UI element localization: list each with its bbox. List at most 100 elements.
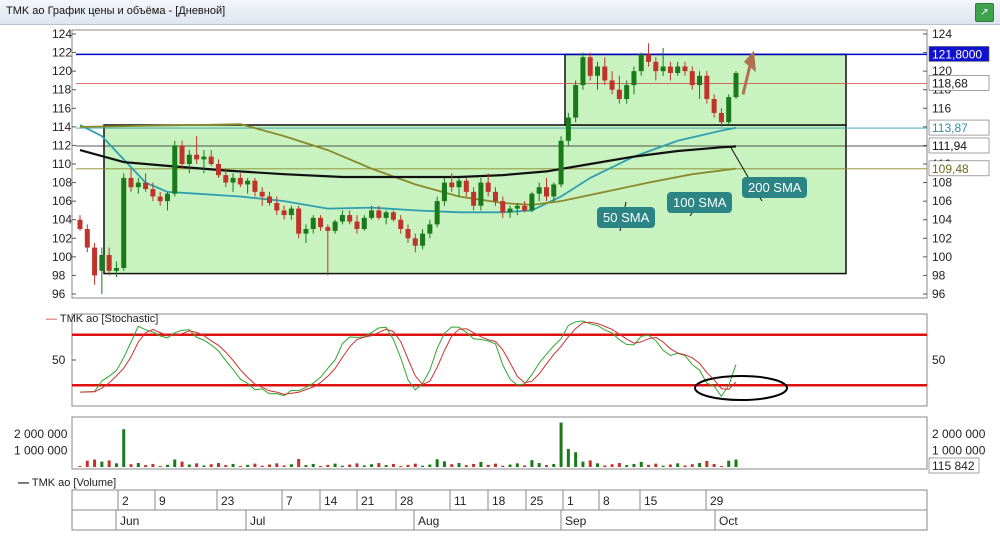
candle-body xyxy=(441,182,447,202)
candle-body xyxy=(529,193,535,211)
volume-bar xyxy=(544,465,548,467)
candle-body xyxy=(339,215,345,222)
price-tick-label-left: 110 xyxy=(52,157,71,171)
day-label: 11 xyxy=(454,494,467,508)
candle-body xyxy=(347,215,353,222)
candle-body xyxy=(543,187,549,197)
month-label: Aug xyxy=(418,514,439,528)
candle-body xyxy=(565,117,571,141)
volume-last-label: 115 842 xyxy=(932,459,975,473)
volume-bar xyxy=(246,464,250,467)
price-tick-label-right: 104 xyxy=(932,213,952,227)
day-label: 29 xyxy=(710,494,724,508)
candle-body xyxy=(631,71,637,86)
price-tick-label-right: 116 xyxy=(932,101,951,115)
volume-bar xyxy=(122,429,126,467)
candle-body xyxy=(208,156,214,164)
candle-body xyxy=(172,145,178,194)
candle-body xyxy=(223,175,229,183)
candle-body xyxy=(383,212,389,218)
stochastic-panel-title: — TMK ao [Stochastic] xyxy=(46,313,159,325)
candle-body xyxy=(580,57,586,86)
candle-body xyxy=(77,219,83,229)
candle-body xyxy=(733,73,739,98)
candle-body xyxy=(92,247,98,276)
candle-body xyxy=(682,66,688,72)
chart-window: TMK ao График цены и объёма - [Дневной] … xyxy=(0,0,1000,546)
volume-bar xyxy=(683,465,687,467)
volume-bar xyxy=(78,466,82,467)
price-tick-label-left: 122 xyxy=(52,46,72,60)
candle-body xyxy=(412,238,418,246)
candle-body xyxy=(215,164,221,176)
candle-body xyxy=(536,187,542,194)
volume-bar xyxy=(712,463,716,467)
day-label: 23 xyxy=(221,494,235,508)
volume-bar xyxy=(114,463,118,467)
volume-bar xyxy=(421,465,425,467)
volume-tick-right: 2 000 000 xyxy=(932,427,986,441)
price-tick-label-left: 112 xyxy=(52,138,71,152)
volume-bar xyxy=(268,464,272,467)
volume-bar xyxy=(136,463,140,467)
last-price-tag-label: 118,68 xyxy=(932,76,968,90)
month-label: Jun xyxy=(120,514,139,528)
volume-bar xyxy=(326,464,330,467)
candle-body xyxy=(150,189,156,197)
sma50-callout: 50 SMA xyxy=(597,207,656,228)
volume-bar xyxy=(362,465,366,467)
volume-bar xyxy=(216,463,220,467)
stoch-tick-left: 50 xyxy=(52,353,66,367)
volume-bar xyxy=(530,460,534,467)
day-label: 2 xyxy=(122,494,129,508)
volume-bar xyxy=(442,461,446,467)
volume-bar xyxy=(377,463,381,467)
candle-body xyxy=(478,182,484,206)
day-label: 14 xyxy=(324,494,338,508)
candle-body xyxy=(84,229,90,248)
volume-bar xyxy=(195,463,199,467)
candle-body xyxy=(376,210,382,218)
volume-bar xyxy=(180,461,184,467)
candle-body xyxy=(274,203,280,211)
candle-body xyxy=(507,208,513,213)
volume-bar xyxy=(253,463,257,467)
day-label: 9 xyxy=(159,494,166,508)
candle-body xyxy=(653,61,659,72)
volume-bar xyxy=(304,465,308,467)
candle-body xyxy=(405,229,411,239)
volume-bar xyxy=(151,463,155,467)
volume-bar xyxy=(384,465,388,467)
volume-bar xyxy=(457,463,461,467)
volume-bar xyxy=(493,463,497,467)
candle-body xyxy=(616,89,622,99)
candle-body xyxy=(332,221,338,231)
volume-bar xyxy=(355,463,359,467)
volume-bar xyxy=(552,463,556,467)
volume-bar xyxy=(107,460,111,467)
day-label: 8 xyxy=(603,494,610,508)
price-tick-label-left: 124 xyxy=(52,27,72,41)
day-label: 21 xyxy=(361,494,375,508)
price-tick-label-right: 108 xyxy=(932,176,952,190)
candle-body xyxy=(492,191,498,202)
volume-bar xyxy=(85,460,89,467)
candle-body xyxy=(471,191,477,206)
pin-icon[interactable]: ↗ xyxy=(975,3,994,22)
volume-bar xyxy=(501,465,505,467)
volume-bar xyxy=(668,464,672,467)
candle-body xyxy=(646,54,652,62)
volume-bar xyxy=(129,464,133,467)
day-label: 18 xyxy=(492,494,506,508)
volume-tick-left: 1 000 000 xyxy=(14,444,68,458)
candle-body xyxy=(318,217,324,228)
title-bar: TMK ao График цены и объёма - [Дневной] … xyxy=(0,0,1000,25)
price-tick-label-left: 100 xyxy=(52,250,72,264)
volume-bar xyxy=(596,463,600,467)
price-tick-label-left: 102 xyxy=(52,231,72,245)
volume-bar xyxy=(515,463,519,467)
candle-body xyxy=(106,255,112,271)
candle-body xyxy=(157,196,163,202)
candle-body xyxy=(558,140,564,185)
candle-body xyxy=(296,208,302,234)
